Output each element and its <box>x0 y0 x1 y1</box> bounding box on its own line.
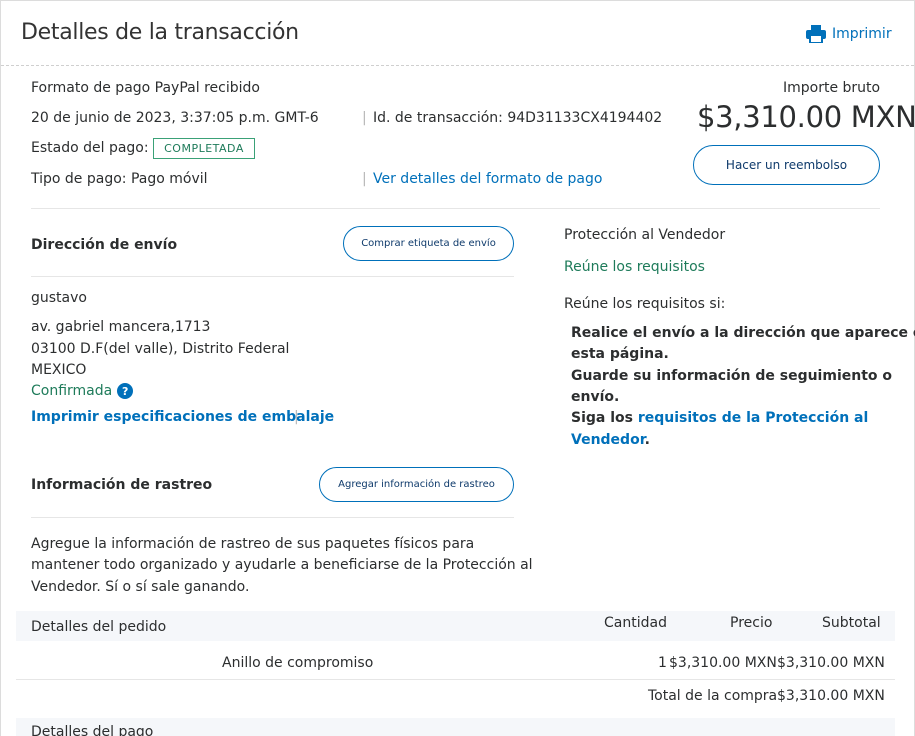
page-title: Detalles de la transacción <box>21 20 299 45</box>
column-subtotal: Subtotal <box>822 615 881 631</box>
add-tracking-button[interactable]: Agregar información de rastreo <box>319 467 514 502</box>
view-payment-format-link[interactable]: Ver detalles del formato de pago <box>373 171 602 187</box>
column-price: Precio <box>730 615 773 631</box>
address-line2: 03100 D.F(del valle), Distrito Federal <box>31 341 290 357</box>
separator: | <box>362 110 367 126</box>
help-circle-icon[interactable]: ? <box>117 383 134 399</box>
summary-divider <box>31 208 880 209</box>
payment-details-heading: Detalles del pago <box>31 724 154 736</box>
address-line1: av. gabriel mancera,1713 <box>31 319 211 335</box>
buy-shipping-label-button[interactable]: Comprar etiqueta de envío <box>343 226 514 261</box>
order-item-name: Anillo de compromiso <box>222 655 374 671</box>
seller-protection-requirements-link[interactable]: requisitos de la Protección al <box>638 410 868 426</box>
order-total-amount: $3,310.00 MXN <box>777 688 885 704</box>
shipping-heading: Dirección de envío <box>31 237 178 253</box>
requirement-3-line2: Vendedor. <box>571 432 650 448</box>
tracking-divider <box>31 517 514 518</box>
protection-eligibility: Reúne los requisitos <box>564 259 705 275</box>
transaction-datetime: 20 de junio de 2023, 3:37:05 p.m. GMT-6 <box>31 110 319 126</box>
requirement-2-line1: Guarde su información de seguimiento o <box>571 368 893 384</box>
order-total-label: Total de la compra <box>648 688 778 704</box>
printer-icon <box>806 25 826 44</box>
address-status: Confirmada? <box>31 383 134 399</box>
header-divider <box>1 65 914 66</box>
order-item-subtotal: $3,310.00 MXN <box>777 655 885 671</box>
requirements-intro: Reúne los requisitos si: <box>564 296 726 312</box>
tracking-description-line3: Vendedor. Sí o sí sale ganando. <box>31 579 250 595</box>
order-item-quantity: 1 <box>658 655 667 671</box>
shipping-divider <box>31 276 514 277</box>
requirement-1-line2: esta página. <box>571 346 669 362</box>
gross-amount-label: Importe bruto <box>783 80 881 96</box>
requirement-1-line1: Realice el envío a la dirección que apar… <box>571 325 915 341</box>
separator: | <box>294 409 299 425</box>
address-country: MEXICO <box>31 362 87 378</box>
column-quantity: Cantidad <box>604 615 667 631</box>
requirement-3-line1: Siga los requisitos de la Protección al <box>571 410 868 426</box>
order-details-heading: Detalles del pedido <box>31 619 167 635</box>
tracking-heading: Información de rastreo <box>31 477 213 493</box>
print-button[interactable]: Imprimir <box>806 25 892 44</box>
requirement-2-line2: envío. <box>571 389 620 405</box>
refund-button[interactable]: Hacer un reembolso <box>693 145 880 185</box>
order-item-price: $3,310.00 MXN <box>669 655 777 671</box>
transaction-id: Id. de transacción: 94D31133CX4194402 <box>373 110 663 126</box>
payment-format: Formato de pago PayPal recibido <box>31 80 260 96</box>
payment-status-label: Estado del pago: <box>31 140 149 156</box>
payment-type: Tipo de pago: Pago móvil <box>31 171 208 187</box>
print-packing-slip-link[interactable]: Imprimir especificaciones de embalaje <box>31 409 334 425</box>
print-label: Imprimir <box>832 26 892 42</box>
seller-protection-requirements-link-cont[interactable]: Vendedor <box>571 432 645 448</box>
recipient-name: gustavo <box>31 290 87 306</box>
seller-protection-heading: Protección al Vendedor <box>564 227 726 243</box>
status-badge: COMPLETADA <box>153 138 255 159</box>
separator: | <box>362 171 367 187</box>
requirement-3-prefix: Siga los <box>571 410 638 426</box>
tracking-description-line1: Agregue la información de rastreo de sus… <box>31 536 475 552</box>
order-row-divider <box>16 679 895 680</box>
tracking-description-line2: mantener todo organizado y ayudarle a be… <box>31 557 533 573</box>
address-confirmed-label: Confirmada <box>31 383 113 399</box>
requirement-3-suffix: . <box>644 432 650 448</box>
gross-amount: $3,310.00 MXN <box>697 100 915 134</box>
